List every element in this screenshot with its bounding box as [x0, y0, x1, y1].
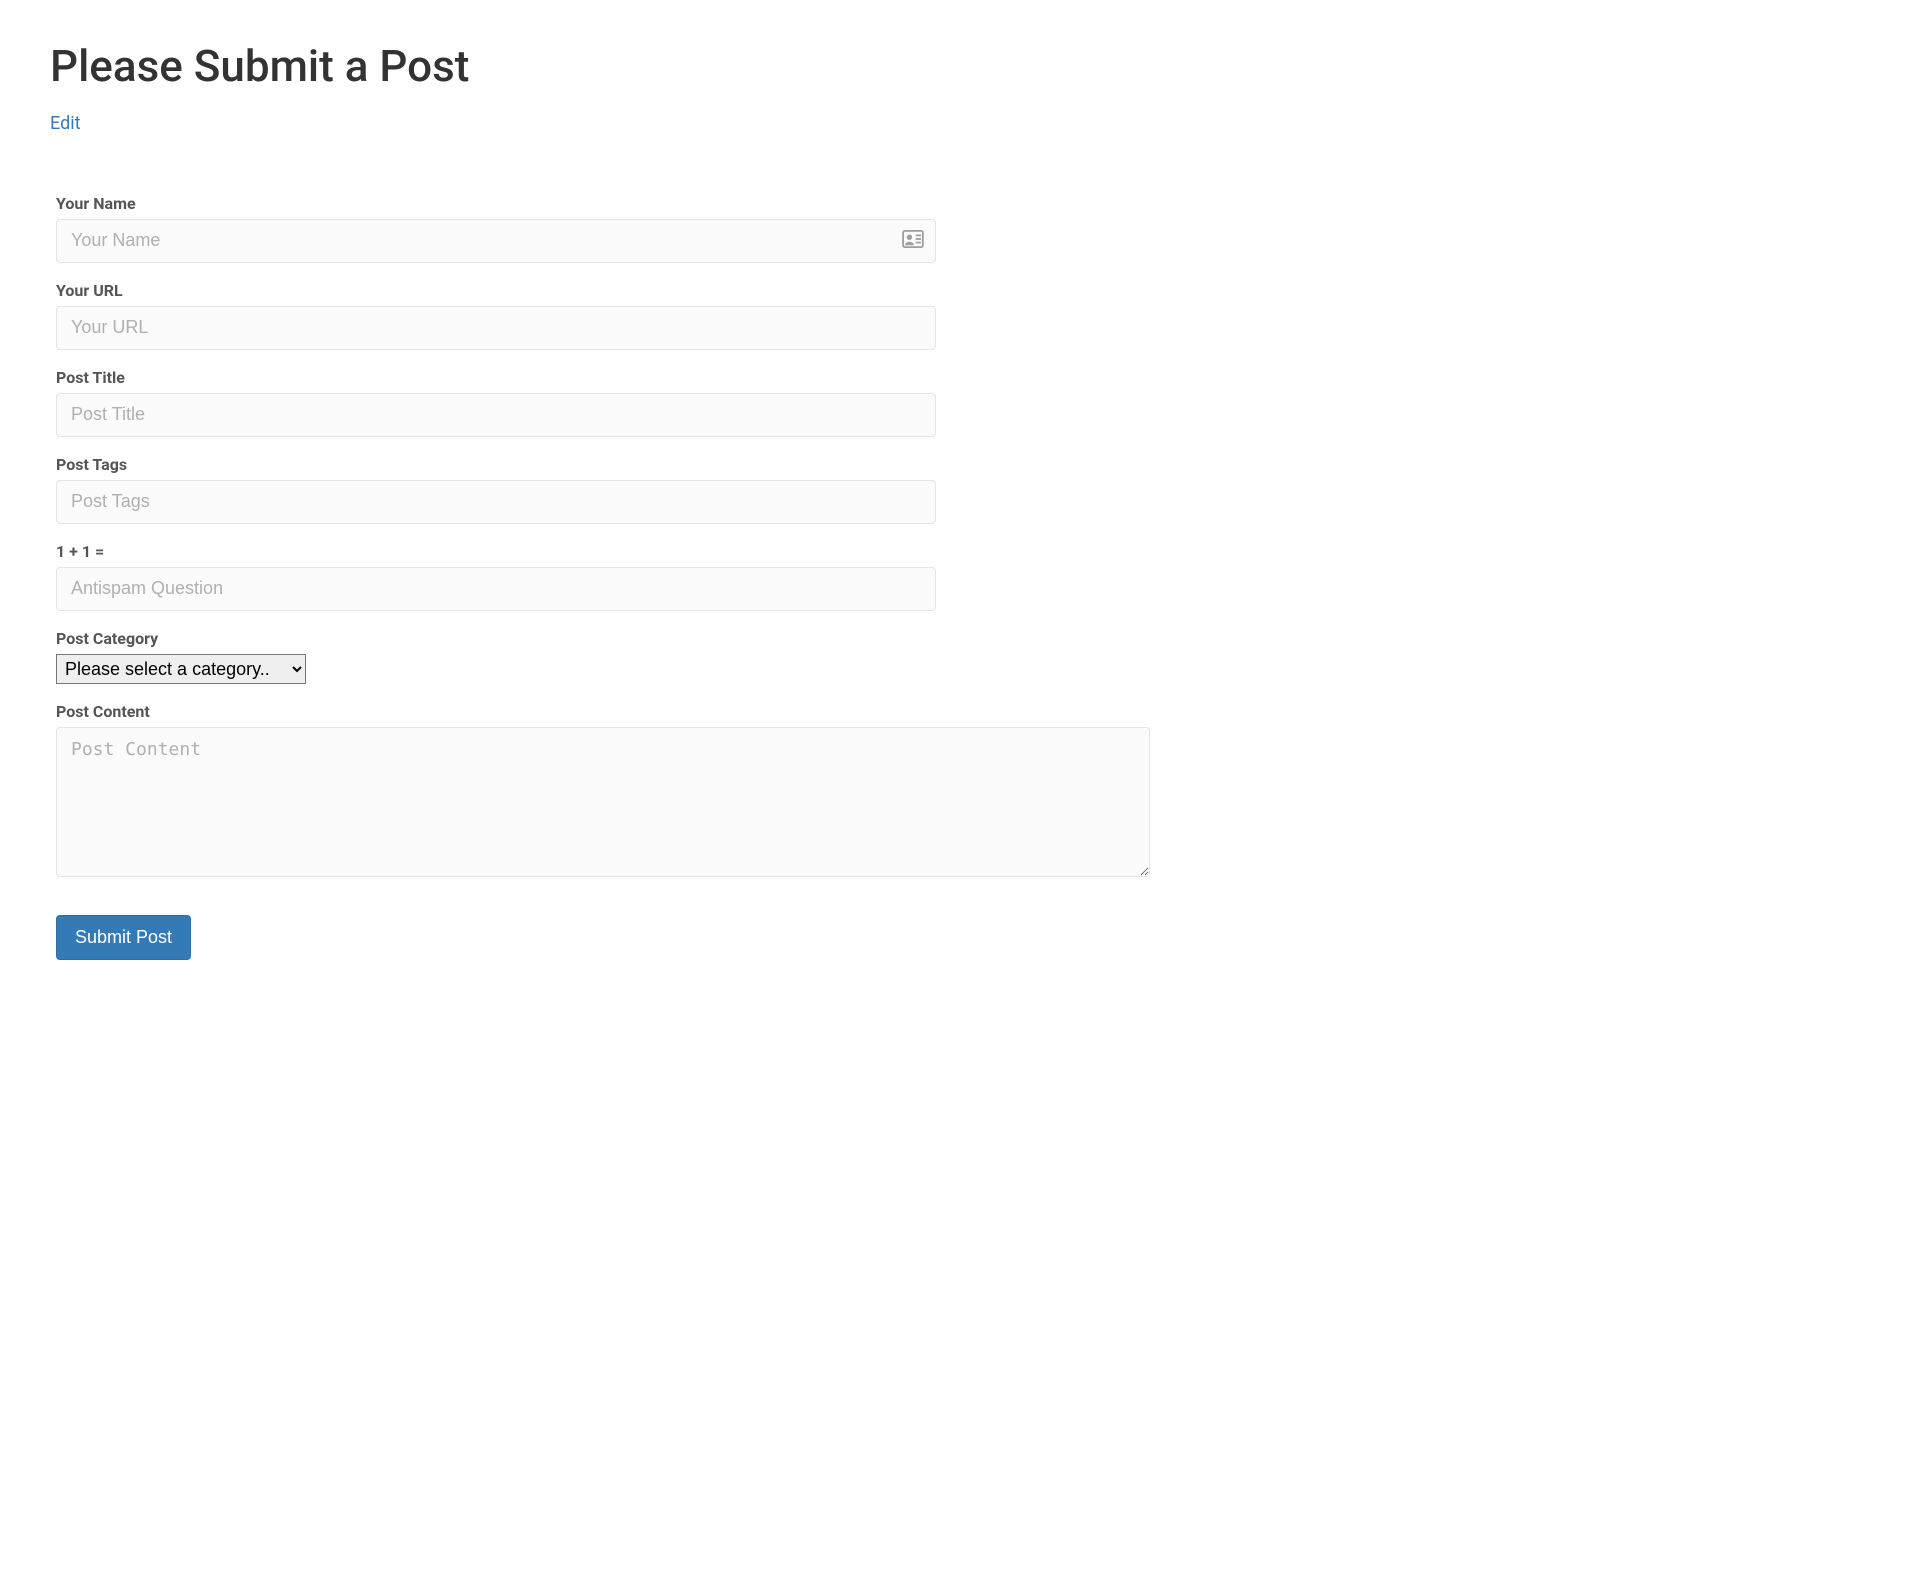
post-tags-label: Post Tags	[56, 455, 936, 474]
post-tags-input[interactable]	[56, 480, 936, 524]
edit-link[interactable]: Edit	[50, 113, 80, 134]
field-antispam: 1 + 1 =	[56, 542, 936, 611]
post-title-label: Post Title	[56, 368, 936, 387]
antispam-input[interactable]	[56, 567, 936, 611]
post-content-label: Post Content	[56, 702, 1150, 721]
your-name-input[interactable]	[56, 219, 936, 263]
field-post-tags: Post Tags	[56, 455, 936, 524]
post-content-textarea[interactable]	[56, 727, 1150, 877]
post-category-select[interactable]: Please select a category..	[56, 654, 306, 684]
your-url-label: Your URL	[56, 281, 936, 300]
submit-post-form: Your Name Your URL	[50, 194, 1150, 960]
post-title-input[interactable]	[56, 393, 936, 437]
field-your-url: Your URL	[56, 281, 936, 350]
field-post-category: Post Category Please select a category..	[56, 629, 1150, 684]
field-your-name: Your Name	[56, 194, 936, 263]
field-post-title: Post Title	[56, 368, 936, 437]
antispam-label: 1 + 1 =	[56, 542, 936, 561]
submit-post-button[interactable]: Submit Post	[56, 915, 191, 960]
your-name-label: Your Name	[56, 194, 936, 213]
page-title: Please Submit a Post	[50, 40, 1150, 93]
field-post-content: Post Content	[56, 702, 1150, 877]
post-category-label: Post Category	[56, 629, 1150, 648]
your-url-input[interactable]	[56, 306, 936, 350]
